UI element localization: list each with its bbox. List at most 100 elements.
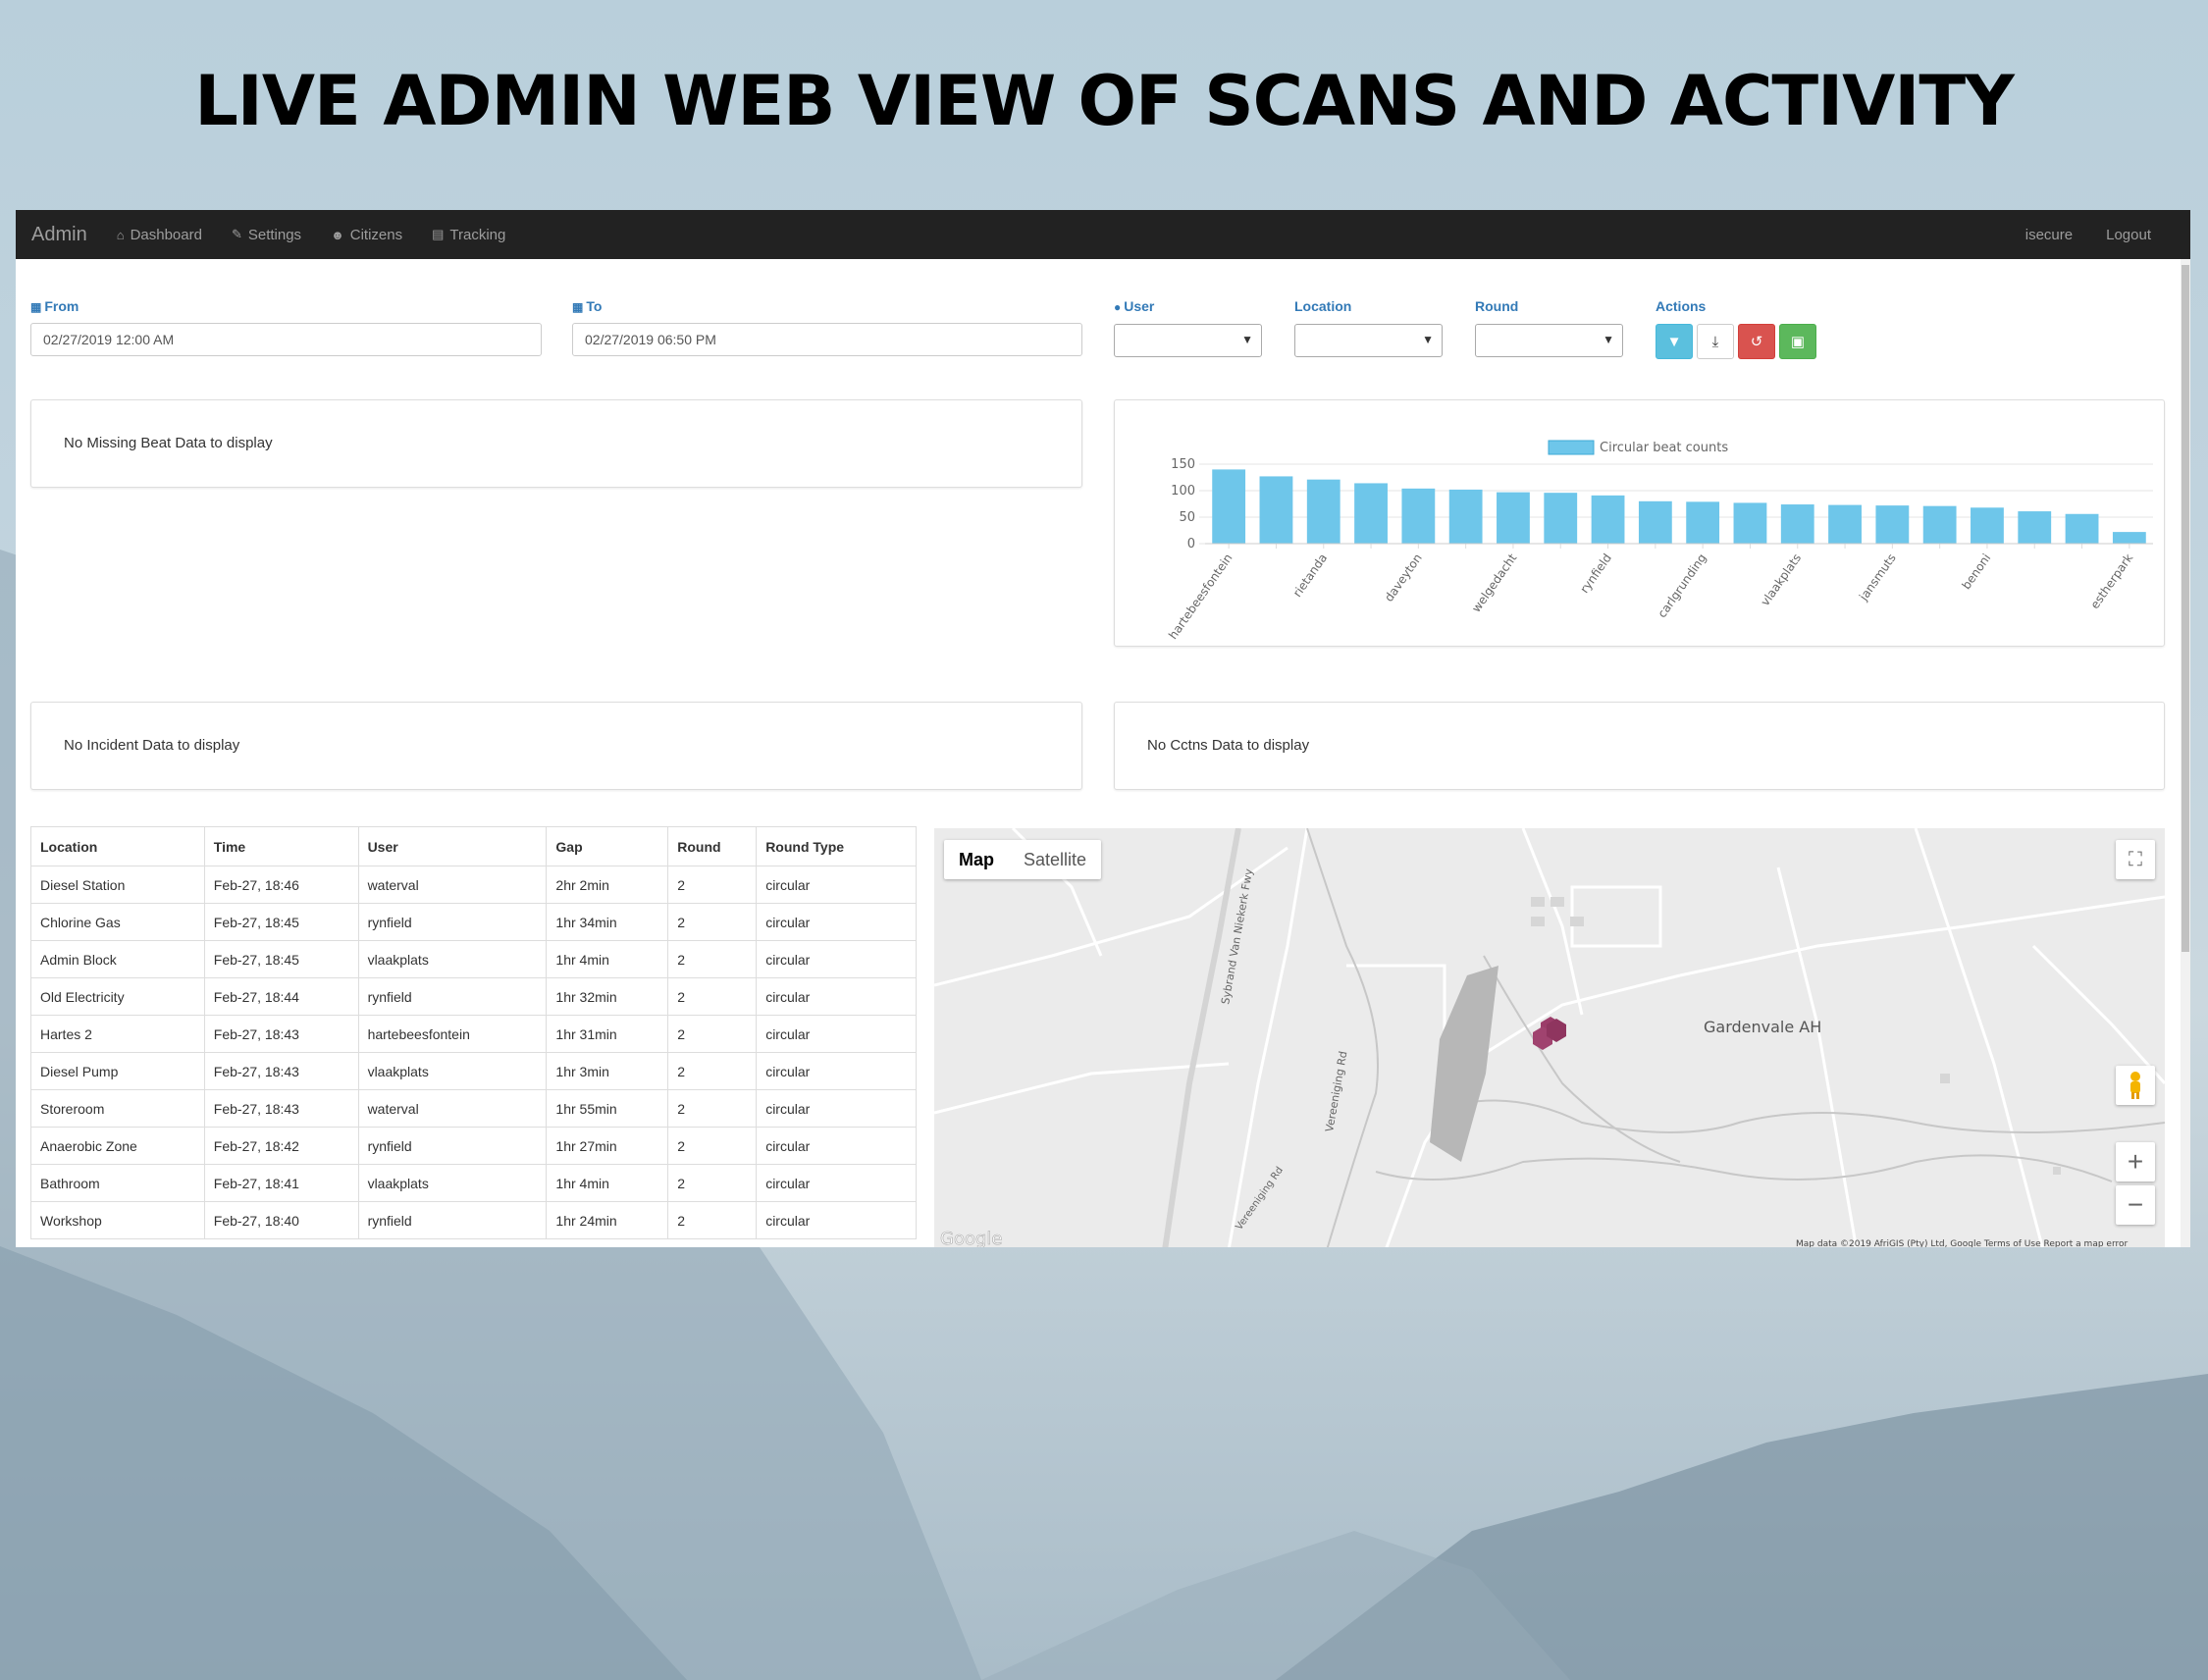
chart-x-tick-label: vlaakplats [1759, 551, 1805, 608]
cell-round: 2 [667, 866, 758, 904]
chart-x-tick-label: carlgrunding [1655, 551, 1709, 620]
user-select[interactable]: ▼ [1114, 324, 1262, 357]
from-label: ▦ From [30, 298, 79, 314]
cell-time: Feb-27, 18:45 [203, 940, 359, 978]
table-row[interactable]: Hartes 2 Feb-27, 18:43 hartebeesfontein 1hr… [30, 1015, 917, 1053]
cell-round-type: circular [756, 903, 917, 941]
home-icon: ⌂ [116, 227, 125, 242]
chevron-down-icon: ▼ [1422, 333, 1434, 346]
chart-bar [1259, 476, 1293, 544]
user-label: ● User [1114, 298, 1154, 314]
cell-user: rynfield [357, 977, 548, 1016]
cell-location: Storeroom [30, 1089, 205, 1128]
cell-gap: 1hr 31min [546, 1015, 669, 1053]
nav-dashboard[interactable]: ⌂ Dashboard [117, 227, 202, 243]
download-button[interactable]: ⤓ [1697, 324, 1734, 359]
missing-beat-panel: No Missing Beat Data to display [30, 399, 1082, 488]
from-date-input[interactable]: 02/27/2019 12:00 AM [30, 323, 542, 356]
actions-label: Actions [1656, 298, 1707, 314]
cctns-panel: No Cctns Data to display [1114, 702, 2165, 790]
cell-time: Feb-27, 18:43 [203, 1052, 359, 1090]
filter-icon: ▼ [1666, 333, 1682, 350]
chart-x-tick-label: hartebeesfontein [1166, 551, 1235, 642]
pegman-icon[interactable] [2116, 1066, 2155, 1105]
cell-gap: 1hr 24min [546, 1201, 669, 1239]
cell-user: vlaakplats [357, 1164, 548, 1202]
col-round[interactable]: Round [667, 826, 758, 866]
image-button[interactable]: ▣ [1779, 324, 1816, 359]
cell-gap: 1hr 4min [546, 1164, 669, 1202]
table-row[interactable]: Admin Block Feb-27, 18:45 vlaakplats 1hr 4m… [30, 940, 917, 978]
table-row[interactable]: Bathroom Feb-27, 18:41 vlaakplats 1hr 4min 2… [30, 1164, 917, 1202]
cell-round: 2 [667, 1089, 758, 1128]
scrollbar-thumb[interactable] [2182, 265, 2189, 952]
location-select[interactable]: ▼ [1294, 324, 1443, 357]
table-row[interactable]: Old Electricity Feb-27, 18:44 rynfield 1hr … [30, 977, 917, 1016]
chart-bar [1306, 479, 1341, 544]
fullscreen-icon[interactable]: ⛶ [2116, 840, 2155, 879]
cell-location: Workshop [30, 1201, 205, 1239]
table-row[interactable]: Diesel Pump Feb-27, 18:43 vlaakplats 1hr 3m… [30, 1052, 917, 1090]
chart-bar [2065, 513, 2099, 544]
from-label-text: From [44, 298, 79, 314]
col-location[interactable]: Location [30, 826, 205, 866]
zoom-out-button[interactable]: − [2116, 1185, 2155, 1225]
cell-gap: 2hr 2min [546, 866, 669, 904]
cell-time: Feb-27, 18:44 [203, 977, 359, 1016]
cell-user: rynfield [357, 1127, 548, 1165]
missing-beat-message: No Missing Beat Data to display [64, 435, 273, 451]
filter-button[interactable]: ▼ [1656, 324, 1693, 359]
chart-bar [1828, 504, 1862, 544]
cell-user: hartebeesfontein [357, 1015, 548, 1053]
table-row[interactable]: Storeroom Feb-27, 18:43 waterval 1hr 55min 2… [30, 1089, 917, 1128]
cctns-message: No Cctns Data to display [1147, 737, 1310, 754]
col-user[interactable]: User [357, 826, 548, 866]
nav-user[interactable]: isecure [2025, 227, 2073, 243]
map[interactable]: Gardenvale AH Sybrand Van Niekerk Fwy Ve… [934, 828, 2165, 1247]
col-gap[interactable]: Gap [546, 826, 669, 866]
cell-time: Feb-27, 18:40 [203, 1201, 359, 1239]
cell-gap: 1hr 32min [546, 977, 669, 1016]
download-icon: ⤓ [1711, 333, 1719, 350]
table-row[interactable]: Workshop Feb-27, 18:40 rynfield 1hr 24min 2 c… [30, 1201, 917, 1239]
table-row[interactable]: Diesel Station Feb-27, 18:46 waterval 2hr 2… [30, 866, 917, 904]
map-canvas[interactable]: Gardenvale AH Sybrand Van Niekerk Fwy Ve… [934, 828, 2165, 1247]
nav-settings[interactable]: ✎ Settings [232, 227, 301, 243]
table-row[interactable]: Chlorine Gas Feb-27, 18:45 rynfield 1hr 34m… [30, 903, 917, 941]
nav-citizens[interactable]: ☻ Citizens [331, 227, 402, 243]
undo-icon: ↺ [1750, 334, 1763, 350]
brand-link[interactable]: Admin [31, 224, 87, 246]
cell-location: Diesel Pump [30, 1052, 205, 1090]
map-type-toggle: Map Satellite [944, 840, 1102, 879]
incident-panel: No Incident Data to display [30, 702, 1082, 790]
cell-gap: 1hr 4min [546, 940, 669, 978]
calendar-icon: ▦ [30, 300, 42, 314]
map-attribution: Map data ©2019 AfriGIS (Pty) Ltd, Google… [1796, 1239, 2128, 1247]
cell-round: 2 [667, 1052, 758, 1090]
reset-button[interactable]: ↺ [1738, 324, 1775, 359]
cell-user: waterval [357, 1089, 548, 1128]
cell-location: Chlorine Gas [30, 903, 205, 941]
cell-user: vlaakplats [357, 1052, 548, 1090]
col-time[interactable]: Time [203, 826, 359, 866]
table-row[interactable]: Anaerobic Zone Feb-27, 18:42 rynfield 1hr 2… [30, 1127, 917, 1165]
chart-bar [1638, 500, 1672, 544]
cell-round: 2 [667, 940, 758, 978]
zoom-in-button[interactable]: + [2116, 1142, 2155, 1181]
map-tab[interactable]: Map [944, 840, 1009, 879]
cell-time: Feb-27, 18:45 [203, 903, 359, 941]
round-select[interactable]: ▼ [1475, 324, 1623, 357]
cell-location: Bathroom [30, 1164, 205, 1202]
satellite-tab[interactable]: Satellite [1009, 840, 1101, 879]
cell-user: waterval [357, 866, 548, 904]
chart-bar [1354, 483, 1388, 544]
nav-logout[interactable]: Logout [2106, 227, 2151, 243]
col-round-type[interactable]: Round Type [756, 826, 917, 866]
nav-tracking[interactable]: ▤ Tracking [432, 227, 505, 243]
chart-x-tick-label: jansmuts [1856, 551, 1898, 604]
cell-user: rynfield [357, 903, 548, 941]
to-date-input[interactable]: 02/27/2019 06:50 PM [572, 323, 1082, 356]
scrollbar[interactable] [2181, 259, 2190, 1247]
scans-table-body: Diesel Station Feb-27, 18:46 waterval 2hr 2… [30, 866, 917, 1239]
cell-time: Feb-27, 18:43 [203, 1089, 359, 1128]
